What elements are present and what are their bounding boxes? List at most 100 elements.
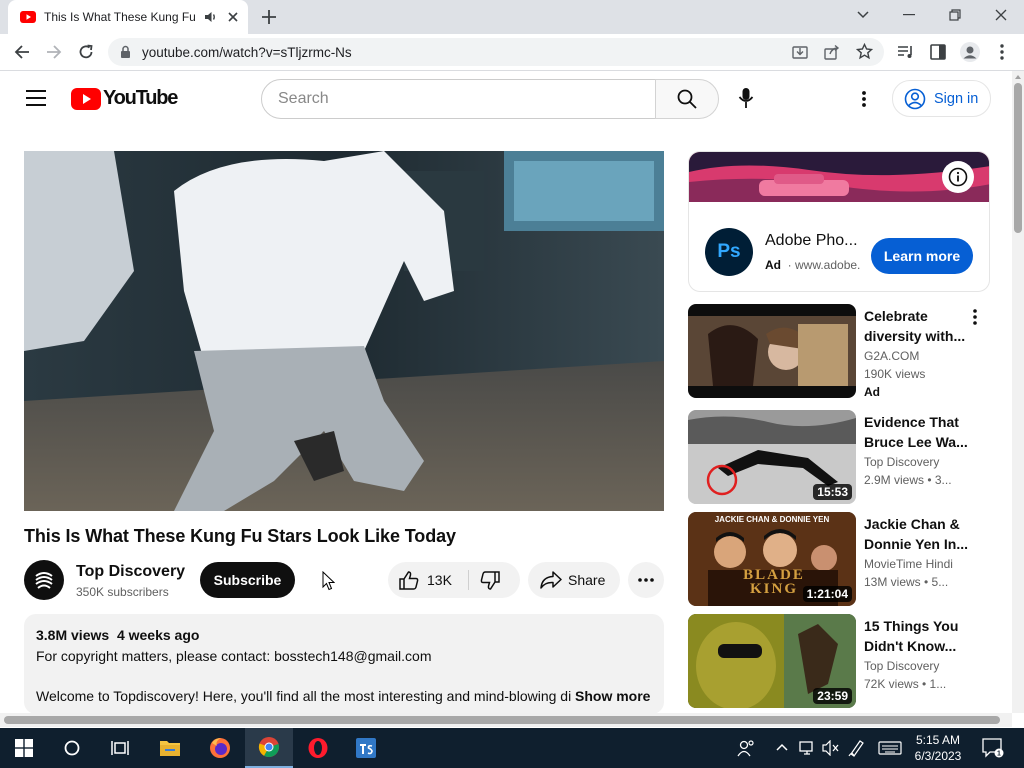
more-actions-button[interactable] <box>628 562 664 598</box>
thumbnail-image <box>688 304 856 398</box>
folder-icon <box>160 741 180 756</box>
like-count: 13K <box>427 572 452 588</box>
new-tab-icon[interactable] <box>261 9 277 25</box>
close-tab-icon[interactable] <box>226 10 240 24</box>
hamburger-menu-icon[interactable] <box>26 90 46 106</box>
like-divider <box>468 570 469 590</box>
taskbar-opera[interactable] <box>294 728 342 768</box>
recommendation-views: 72K views • 1... <box>864 677 947 691</box>
show-more-button[interactable]: Show more <box>575 688 651 704</box>
browser-tab-strip: This Is What These Kung Fu Stars Look Li… <box>0 0 1024 34</box>
share-button[interactable]: Share <box>528 562 620 598</box>
clock-time: 5:15 AM <box>915 733 961 747</box>
profile-avatar-icon[interactable] <box>960 42 980 62</box>
taskbar-app-ts[interactable] <box>342 728 390 768</box>
recommendation-item[interactable]: JACKIE CHAN & DONNIE YEN BLADE KING 1:21… <box>688 512 990 608</box>
photoshop-logo: Ps <box>705 228 753 276</box>
horizontal-scrollbar[interactable] <box>0 713 1012 727</box>
tab-title: This Is What These Kung Fu Stars Look Li… <box>44 10 196 24</box>
recommendation-thumbnail[interactable]: 23:59 <box>688 614 856 708</box>
recommendation-thumbnail[interactable]: JACKIE CHAN & DONNIE YEN BLADE KING 1:21… <box>688 512 856 606</box>
share-page-icon[interactable] <box>824 44 840 60</box>
cortana-circle-icon <box>64 740 80 756</box>
ad-card[interactable]: Ps Adobe Pho... Ad · www.adobe. Learn mo… <box>688 151 990 292</box>
microphone-icon[interactable] <box>738 87 754 109</box>
task-view-button[interactable] <box>96 728 144 768</box>
ad-title: Adobe Pho... <box>765 232 858 249</box>
windows-taskbar: 5:15 AM 6/3/2023 1 <box>0 728 1024 768</box>
tab-search-icon[interactable] <box>840 0 886 30</box>
system-clock[interactable]: 5:15 AM 6/3/2023 <box>905 732 971 764</box>
restore-icon[interactable] <box>932 0 978 30</box>
task-view-icon <box>111 741 129 755</box>
media-controls-icon[interactable] <box>896 42 916 62</box>
youtube-logo-text: YouTube <box>103 87 178 109</box>
youtube-logo[interactable]: YouTube <box>71 87 178 110</box>
recommendation-thumbnail[interactable] <box>688 304 856 398</box>
recommendation-item[interactable]: 23:59 15 Things You Didn't Know... Top D… <box>688 614 990 710</box>
sign-in-button[interactable]: Sign in <box>892 80 991 117</box>
recommendation-title[interactable]: Jackie Chan & Donnie Yen In... <box>864 514 972 554</box>
video-player[interactable] <box>24 151 664 511</box>
taskbar-file-explorer[interactable] <box>146 728 194 768</box>
reload-icon[interactable] <box>76 42 96 62</box>
share-label: Share <box>568 572 606 588</box>
start-button[interactable] <box>0 728 48 768</box>
close-window-icon[interactable] <box>978 0 1024 30</box>
taskbar-firefox[interactable] <box>196 728 244 768</box>
youtube-logo-icon <box>71 87 101 110</box>
people-icon[interactable] <box>737 739 755 757</box>
speaker-audio-icon[interactable] <box>204 11 218 23</box>
search-input[interactable] <box>278 90 638 108</box>
url-text: youtube.com/watch?v=sTljzrmc-Ns <box>142 45 352 60</box>
vertical-scrollbar[interactable] <box>1012 71 1024 713</box>
video-frame-image <box>24 151 664 511</box>
vertical-scroll-thumb[interactable] <box>1014 83 1022 233</box>
video-duration: 1:21:04 <box>802 586 852 602</box>
taskbar-chrome[interactable] <box>245 728 293 768</box>
minimize-icon[interactable] <box>886 0 932 30</box>
back-arrow-icon[interactable] <box>12 42 32 62</box>
dislike-button[interactable] <box>480 571 500 590</box>
browser-menu-icon[interactable] <box>992 42 1012 62</box>
search-icon <box>677 89 697 109</box>
recommendation-title[interactable]: Celebrate diversity with... <box>864 306 972 346</box>
subscribe-button[interactable]: Subscribe <box>200 562 295 598</box>
description-box[interactable]: 3.8M views 4 weeks ago For copyright mat… <box>24 614 664 714</box>
pen-ink-icon[interactable] <box>848 739 866 757</box>
horizontal-scroll-thumb[interactable] <box>4 716 1000 724</box>
ad-info-button[interactable] <box>942 161 974 193</box>
install-app-icon[interactable] <box>792 44 808 60</box>
tray-overflow-chevron-icon[interactable] <box>776 743 788 751</box>
recommendation-title[interactable]: 15 Things You Didn't Know... <box>864 616 972 656</box>
search-cortana-button[interactable] <box>48 728 96 768</box>
more-horizontal-icon <box>638 578 654 582</box>
touch-keyboard-icon[interactable] <box>878 741 902 755</box>
forward-arrow-icon[interactable] <box>44 42 64 62</box>
recommendation-menu-icon[interactable] <box>973 309 977 325</box>
channel-avatar[interactable] <box>24 560 64 600</box>
network-icon[interactable] <box>798 740 816 756</box>
settings-more-icon[interactable] <box>862 91 866 107</box>
recommendation-views: 2.9M views • 3... <box>864 473 952 487</box>
volume-muted-icon[interactable] <box>822 740 840 756</box>
recommendation-thumbnail[interactable]: 15:53 <box>688 410 856 504</box>
like-button[interactable]: 13K <box>388 562 468 598</box>
recommendation-item[interactable]: Celebrate diversity with... G2A.COM 190K… <box>688 304 990 400</box>
bookmark-star-icon[interactable] <box>856 43 873 60</box>
search-button[interactable] <box>655 79 719 119</box>
learn-more-button[interactable]: Learn more <box>871 238 973 274</box>
address-bar[interactable]: youtube.com/watch?v=sTljzrmc-Ns <box>108 38 884 66</box>
description-line-1: For copyright matters, please contact: b… <box>36 648 432 664</box>
lock-icon[interactable] <box>120 45 131 59</box>
browser-tab[interactable]: This Is What These Kung Fu Stars Look Li… <box>8 0 248 34</box>
recommendation-item[interactable]: 15:53 Evidence That Bruce Lee Wa... Top … <box>688 410 990 506</box>
channel-name[interactable]: Top Discovery <box>76 563 185 581</box>
side-panel-icon[interactable] <box>928 42 948 62</box>
search-box[interactable] <box>261 79 656 119</box>
recommendation-title[interactable]: Evidence That Bruce Lee Wa... <box>864 412 972 452</box>
notifications-icon[interactable]: 1 <box>982 738 1004 758</box>
youtube-favicon-icon <box>20 11 36 23</box>
clock-date: 6/3/2023 <box>914 749 962 763</box>
scroll-up-icon[interactable] <box>1015 75 1021 79</box>
